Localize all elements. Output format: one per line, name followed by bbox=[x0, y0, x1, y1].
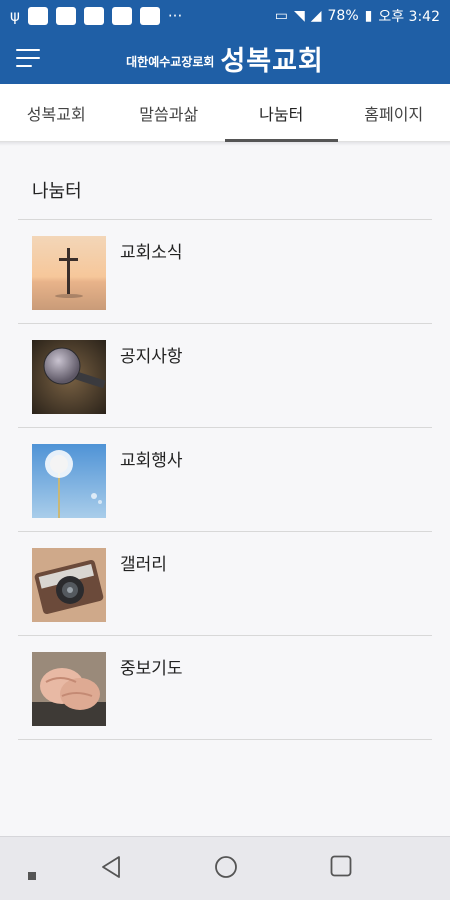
item-label: 교회소식 bbox=[120, 243, 183, 263]
item-label: 중보기도 bbox=[120, 659, 183, 679]
app-subtitle: 대한예수교장로회 bbox=[126, 54, 215, 69]
tab-church[interactable]: 성복교회 bbox=[0, 84, 113, 141]
tab-sharing[interactable]: 나눔터 bbox=[225, 84, 338, 142]
list-item-church-news[interactable]: 교회소식 bbox=[18, 220, 432, 324]
usb-icon: ψ bbox=[10, 7, 20, 25]
list-item-notice[interactable]: 공지사항 bbox=[18, 324, 432, 428]
content-list: 나눔터 교회소식 공지사항 교회행사 갤러리 중보기도 bbox=[18, 160, 432, 740]
app-bar: 대한예수교장로회 성복교회 bbox=[0, 32, 450, 84]
tab-label: 성복교회 bbox=[26, 104, 86, 124]
signal-icon: ◢ bbox=[310, 8, 322, 24]
tab-word-and-life[interactable]: 말씀과삶 bbox=[113, 84, 226, 141]
tab-bar: 성복교회 말씀과삶 나눔터 홈페이지 bbox=[0, 84, 450, 142]
microphone-image bbox=[32, 340, 106, 414]
status-bar: ψ ··· ▭ ◥ ◢ 78% ▮ 오후 3:42 bbox=[0, 0, 450, 32]
app-title: 성복교회 bbox=[220, 45, 324, 77]
notification-icon bbox=[55, 7, 76, 25]
status-notifications: ψ ··· bbox=[10, 7, 182, 25]
notification-icon bbox=[27, 7, 48, 25]
item-label: 교회행사 bbox=[120, 451, 183, 471]
list-item-intercessory-prayer[interactable]: 중보기도 bbox=[18, 636, 432, 740]
list-item-gallery[interactable]: 갤러리 bbox=[18, 532, 432, 636]
clock: 오후 3:42 bbox=[378, 9, 440, 25]
mail-icon bbox=[83, 7, 104, 25]
home-icon[interactable] bbox=[214, 855, 238, 883]
item-label: 갤러리 bbox=[120, 555, 167, 575]
dot-icon[interactable] bbox=[28, 865, 36, 884]
battery-icon: ▮ bbox=[364, 8, 373, 24]
item-label: 공지사항 bbox=[120, 347, 183, 367]
status-system: ▭ ◥ ◢ 78% ▮ 오후 3:42 bbox=[275, 6, 440, 26]
recents-icon[interactable] bbox=[330, 855, 352, 881]
app-brand: 대한예수교장로회 성복교회 bbox=[0, 32, 450, 84]
tab-homepage[interactable]: 홈페이지 bbox=[338, 84, 450, 141]
list-item-church-events[interactable]: 교회행사 bbox=[18, 428, 432, 532]
notification-icon bbox=[139, 7, 160, 25]
tab-shadow bbox=[0, 142, 450, 146]
cross-sunset-image bbox=[32, 236, 106, 310]
praying-hands-image bbox=[32, 652, 106, 726]
camera-image bbox=[32, 548, 106, 622]
back-icon[interactable] bbox=[100, 855, 122, 883]
battery-level: 78% bbox=[327, 8, 359, 24]
tab-label: 홈페이지 bbox=[364, 104, 424, 124]
image-icon bbox=[111, 7, 132, 25]
dandelion-image bbox=[32, 444, 106, 518]
system-nav-bar bbox=[0, 836, 450, 900]
more-icon: ··· bbox=[167, 7, 183, 25]
section-title: 나눔터 bbox=[18, 160, 432, 220]
nfc-icon: ▭ bbox=[274, 8, 288, 24]
tab-label: 나눔터 bbox=[259, 104, 304, 124]
tab-label: 말씀과삶 bbox=[139, 104, 199, 124]
wifi-icon: ◥ bbox=[293, 8, 305, 24]
